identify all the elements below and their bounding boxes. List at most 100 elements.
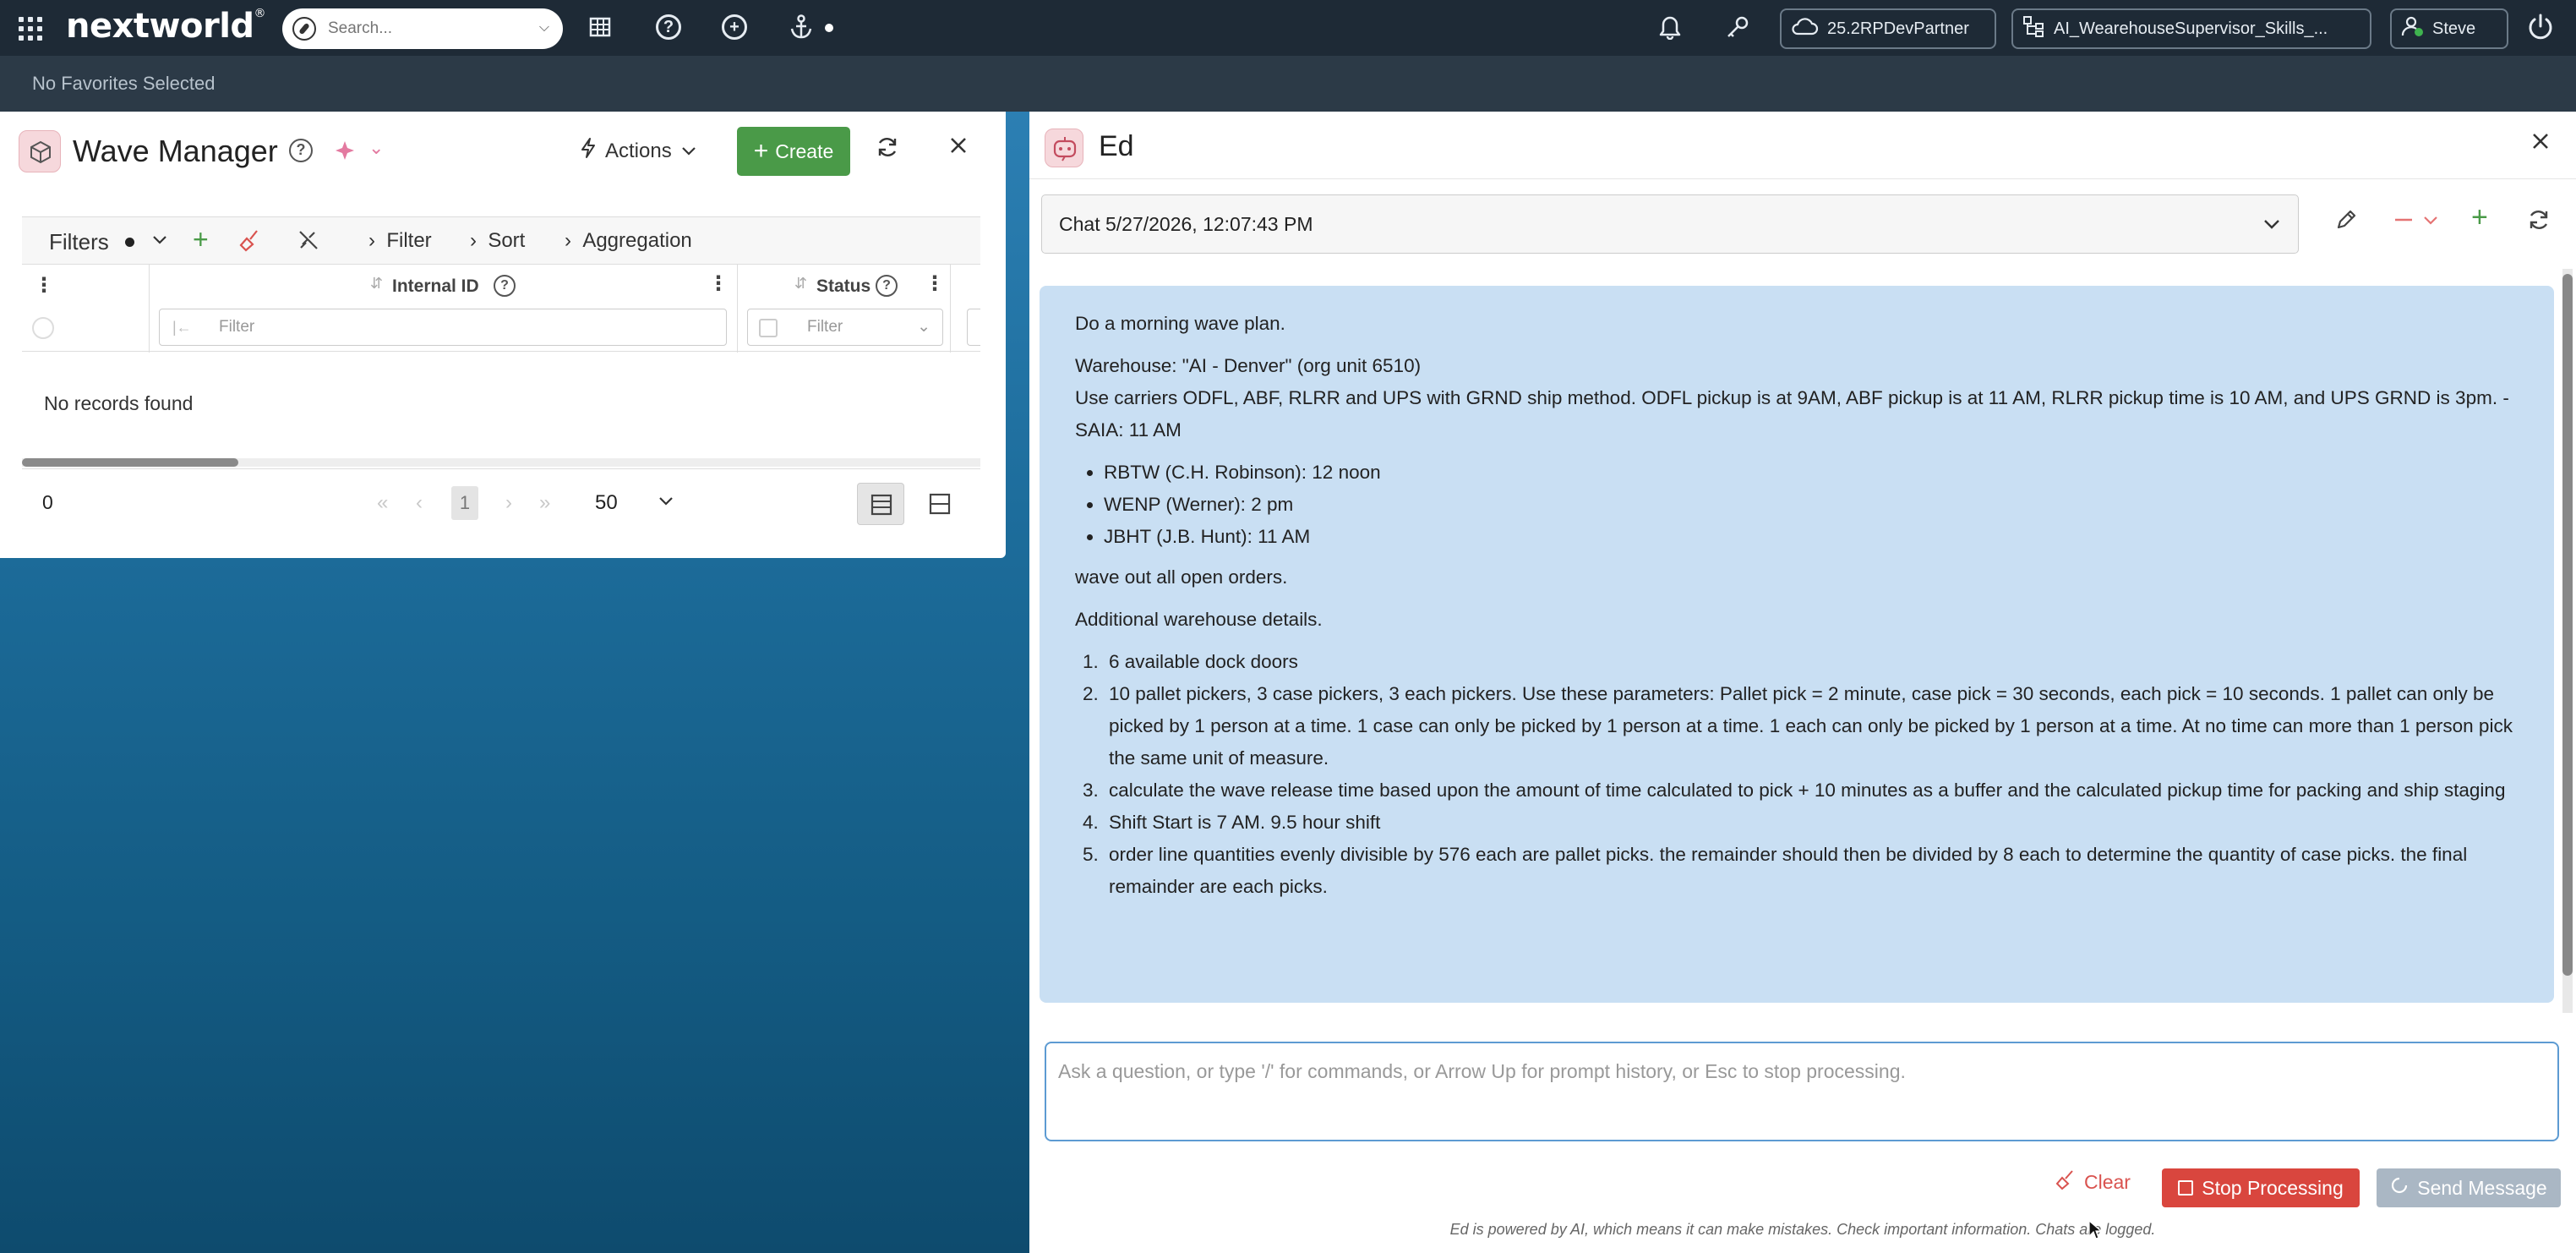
- brand-logo[interactable]: nextworld®: [66, 7, 266, 46]
- last-page-icon[interactable]: »: [539, 491, 550, 515]
- chevron-down-icon: [2261, 195, 2283, 275]
- user-menu[interactable]: Steve: [2390, 8, 2508, 49]
- prompt-input[interactable]: Ask a question, or type '/' for commands…: [1045, 1042, 2559, 1141]
- sort-icon[interactable]: ⇵: [794, 275, 807, 293]
- filter-toggle[interactable]: › Filter: [368, 229, 432, 253]
- power-icon[interactable]: [2525, 12, 2556, 42]
- create-button[interactable]: + Create: [737, 127, 850, 176]
- close-icon[interactable]: [947, 132, 970, 165]
- row-menu-icon[interactable]: ⋮: [34, 273, 54, 298]
- panel-title: Ed: [1099, 130, 1134, 162]
- table-grid-icon[interactable]: [585, 12, 615, 42]
- previous-page-icon[interactable]: ‹: [416, 491, 423, 515]
- list-item: 6 available dock doors: [1104, 646, 2519, 678]
- pagination-bar: 0 « ‹ 1 › » 50: [22, 468, 980, 538]
- filter-placeholder: Filter: [807, 318, 843, 336]
- table-view-button[interactable]: [857, 483, 904, 525]
- send-message-button[interactable]: Send Message: [2377, 1168, 2561, 1207]
- hierarchy-icon: [2022, 14, 2045, 44]
- chevron-down-icon[interactable]: [656, 488, 676, 517]
- refresh-icon[interactable]: [2527, 208, 2551, 238]
- remove-chat-icon[interactable]: [2392, 208, 2415, 238]
- clear-all-filters-icon[interactable]: [296, 227, 321, 259]
- close-icon[interactable]: [2529, 129, 2552, 160]
- sort-toggle[interactable]: › Sort: [470, 229, 525, 253]
- user-message: Do a morning wave plan. Warehouse: "AI -…: [1040, 286, 2554, 1003]
- ai-disclaimer: Ed is powered by AI, which means it can …: [1449, 1221, 2156, 1238]
- help-icon[interactable]: ?: [494, 275, 516, 297]
- broom-clear-icon[interactable]: [238, 227, 264, 259]
- card-view-icon: [929, 493, 951, 515]
- aggregation-toggle[interactable]: › Aggregation: [565, 229, 692, 253]
- help-icon[interactable]: ?: [289, 139, 313, 162]
- card-view-button[interactable]: [916, 483, 963, 525]
- carrier-list: RBTW (C.H. Robinson): 12 noon WENP (Wern…: [1075, 457, 2519, 553]
- ed-header: Ed: [1029, 112, 2576, 179]
- column-menu-icon[interactable]: ⋮: [708, 271, 729, 296]
- next-page-icon[interactable]: ›: [505, 491, 512, 515]
- favorites-bar: No Favorites Selected: [0, 56, 2576, 112]
- column-divider: [737, 265, 738, 353]
- prompt-placeholder: Ask a question, or type '/' for commands…: [1058, 1060, 1906, 1082]
- add-filter-icon[interactable]: +: [193, 224, 209, 255]
- filter-placeholder: Filter: [219, 318, 255, 336]
- record-count: 0: [42, 491, 53, 513]
- chat-session-select[interactable]: Chat 5/27/2026, 12:07:43 PM: [1041, 194, 2299, 254]
- list-item: 10 pallet pickers, 3 case pickers, 3 eac…: [1104, 678, 2519, 774]
- chevron-down-icon[interactable]: ⌵: [539, 20, 549, 36]
- favorites-text: No Favorites Selected: [32, 73, 216, 94]
- chevron-down-icon[interactable]: [150, 227, 169, 259]
- user-icon: [2400, 14, 2424, 44]
- internal-id-filter-input[interactable]: Filter: [159, 309, 727, 346]
- bell-icon[interactable]: [1655, 12, 1685, 42]
- wave-manager-header: Wave Manager ? ⌄ Actions + Create: [0, 112, 1006, 193]
- anchor-icon[interactable]: [786, 12, 816, 42]
- loading-spinner-icon: [2390, 1176, 2409, 1200]
- new-chat-icon[interactable]: +: [2471, 201, 2488, 234]
- key-icon[interactable]: [1722, 12, 1753, 42]
- current-page[interactable]: 1: [451, 486, 478, 520]
- select-all-radio[interactable]: [32, 317, 54, 339]
- application-selector[interactable]: AI_WearehouseSupervisor_Skills_...: [2011, 8, 2371, 49]
- horizontal-scrollbar[interactable]: [22, 458, 980, 467]
- filters-label[interactable]: Filters: [49, 229, 109, 255]
- ai-sparkle-icon[interactable]: [333, 139, 357, 167]
- filter-link-label: Filter: [386, 229, 432, 252]
- stop-processing-button[interactable]: Stop Processing: [2162, 1168, 2360, 1207]
- details-list: 6 available dock doors 10 pallet pickers…: [1075, 646, 2519, 903]
- user-name: Steve: [2432, 19, 2476, 38]
- add-circle-icon[interactable]: +: [722, 14, 747, 40]
- clear-label: Clear: [2084, 1170, 2131, 1193]
- sort-icon[interactable]: ⇵: [370, 275, 383, 293]
- page-size-select[interactable]: 50: [595, 491, 618, 515]
- lightning-icon: [580, 137, 597, 165]
- search-input[interactable]: [328, 19, 514, 38]
- search-box[interactable]: ⌵: [282, 8, 563, 49]
- scrollbar-thumb[interactable]: [22, 458, 238, 467]
- list-item: WENP (Werner): 2 pm: [1104, 489, 2519, 521]
- partial-column-filter[interactable]: [967, 309, 980, 346]
- vertical-scrollbar[interactable]: [2562, 269, 2573, 1013]
- first-page-icon[interactable]: «: [377, 491, 388, 515]
- help-icon[interactable]: ?: [876, 275, 898, 297]
- filter-operator-icon[interactable]: |←: [172, 319, 192, 337]
- environment-selector[interactable]: 25.2RPDevPartner: [1780, 8, 1996, 49]
- chevron-down-icon[interactable]: [2420, 208, 2441, 238]
- column-menu-icon[interactable]: ⋮: [925, 271, 945, 296]
- message-line: wave out all open orders.: [1075, 566, 1288, 588]
- scrollbar-thumb[interactable]: [2562, 274, 2573, 976]
- top-bar: nextworld® ⌵ ? + 25.2RPDevPartner AI_Wea…: [0, 0, 2576, 56]
- list-view-icon: [870, 494, 892, 516]
- chevron-down-icon[interactable]: ⌄: [368, 137, 384, 159]
- sort-link-label: Sort: [488, 229, 526, 252]
- column-header-status[interactable]: Status: [816, 276, 870, 297]
- pencil-edit-icon[interactable]: [2334, 208, 2358, 238]
- application-label: AI_WearehouseSupervisor_Skills_...: [2054, 19, 2328, 38]
- message-line: Additional warehouse details.: [1075, 609, 1323, 630]
- actions-menu[interactable]: Actions: [580, 137, 697, 165]
- clear-button[interactable]: Clear: [2055, 1168, 2131, 1196]
- column-header-internal-id[interactable]: Internal ID: [392, 276, 479, 297]
- app-launcher-icon[interactable]: [19, 17, 42, 41]
- refresh-icon[interactable]: [876, 135, 899, 166]
- help-icon[interactable]: ?: [656, 14, 681, 40]
